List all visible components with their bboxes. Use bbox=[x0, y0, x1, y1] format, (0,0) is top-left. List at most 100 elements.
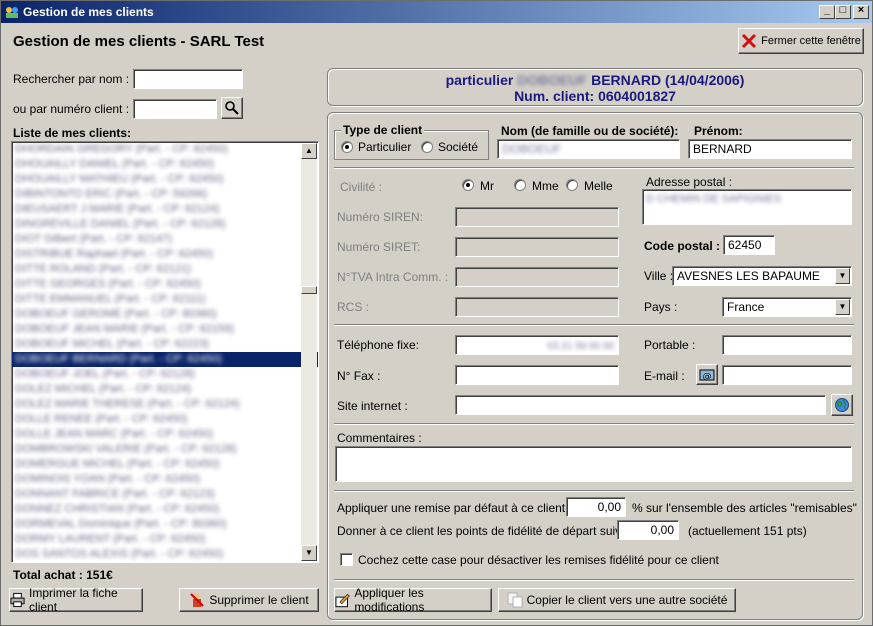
list-item-label: DOBOEUF GEROME (Part. - CP: 80360) bbox=[15, 308, 217, 320]
separator bbox=[334, 324, 854, 326]
search-button[interactable] bbox=[221, 97, 243, 119]
title-bar[interactable]: Gestion de mes clients _ □ × bbox=[1, 1, 872, 23]
site-input[interactable] bbox=[455, 395, 826, 415]
list-item-label: DIBINTONTO ERIC (Part. - CP: 59266) bbox=[15, 188, 208, 200]
radio-mr[interactable] bbox=[462, 179, 474, 191]
chevron-down-icon: ▼ bbox=[838, 271, 847, 280]
scroll-down-button[interactable]: ▼ bbox=[301, 545, 317, 561]
scroll-thumb[interactable] bbox=[301, 286, 317, 294]
adresse-input[interactable]: D CHEMIN DE SAPIGNIES bbox=[642, 189, 852, 225]
scroll-up-icon: ▲ bbox=[305, 146, 313, 155]
list-item-label: DOLEZ MICHEL (Part. - CP: 62124) bbox=[15, 383, 192, 395]
send-email-button[interactable]: @ bbox=[696, 364, 718, 385]
code-postal-input[interactable]: 62450 bbox=[723, 235, 775, 255]
close-icon: × bbox=[857, 4, 865, 16]
radio-melle[interactable] bbox=[566, 179, 578, 191]
email-input[interactable] bbox=[722, 365, 852, 385]
list-item[interactable]: DOLLE JEAN MARC (Part. - CP: 62450) bbox=[12, 427, 318, 442]
list-item[interactable]: DOBOEUF MICHEL (Part. - CP: 62223) bbox=[12, 337, 318, 352]
list-item[interactable]: DOBOEUF GEROME (Part. - CP: 80360) bbox=[12, 307, 318, 322]
list-item[interactable]: DOMINOIS YOAN (Part. - CP: 62450) bbox=[12, 472, 318, 487]
print-client-label: Imprimer la fiche client bbox=[29, 586, 118, 614]
client-list[interactable]: DHORDAIN GREGORY (Part. - CP: 62450) DHOU… bbox=[11, 141, 319, 563]
close-form-button[interactable]: Fermer cette fenêtre bbox=[738, 28, 864, 54]
list-item[interactable]: DOLLE RENEE (Part. - CP: 62450) bbox=[12, 412, 318, 427]
search-name-input[interactable] bbox=[133, 69, 243, 89]
list-item-label: DITTE EMMANUEL (Part. - CP: 62111) bbox=[15, 293, 206, 305]
list-item[interactable]: DIEUSAERT J MARIE (Part. - CP: 62124) bbox=[12, 202, 318, 217]
radio-societe[interactable] bbox=[421, 141, 433, 153]
list-item[interactable]: DITTE ROLAND (Part. - CP: 62121) bbox=[12, 262, 318, 277]
delete-client-button[interactable]: Supprimer le client bbox=[179, 588, 319, 612]
minimize-button[interactable]: _ bbox=[819, 4, 835, 19]
list-item[interactable]: DORMEVAL Dominique (Part. - CP: 80360) bbox=[12, 517, 318, 532]
copy-client-button[interactable]: Copier le client vers une autre société bbox=[498, 588, 736, 612]
remise-input[interactable]: 0,00 bbox=[566, 497, 626, 517]
page-title: Gestion de mes clients - SARL Test bbox=[13, 33, 265, 50]
close-window-button[interactable]: × bbox=[853, 4, 869, 19]
radio-particulier[interactable] bbox=[341, 141, 353, 153]
list-item-label: DOLLE JEAN MARC (Part. - CP: 62450) bbox=[15, 428, 214, 440]
telephone-input[interactable]: 03 21 59 00 00 bbox=[455, 335, 619, 355]
fidelite-input[interactable]: 0,00 bbox=[617, 520, 679, 540]
list-item[interactable]: DISTRIBUE Raphael (Part. - CP: 62450) bbox=[12, 247, 318, 262]
commentaires-input[interactable] bbox=[335, 446, 852, 482]
main-window: Gestion de mes clients _ □ × Gestion de … bbox=[0, 0, 873, 626]
list-item[interactable]: DHORDAIN GREGORY (Part. - CP: 62450) bbox=[12, 142, 318, 157]
maximize-button[interactable]: □ bbox=[835, 4, 851, 19]
prenom-input[interactable]: BERNARD bbox=[688, 139, 852, 159]
list-item[interactable]: DOS SANTOS ALEXIS (Part. - CP: 62450) bbox=[12, 547, 318, 562]
list-item-label: DOMERGUE MICHEL (Part. - CP: 62450) bbox=[15, 458, 220, 470]
fax-input[interactable] bbox=[455, 365, 619, 385]
list-item[interactable]: DITTE EMMANUEL (Part. - CP: 62111) bbox=[12, 292, 318, 307]
list-item-label: DOBOEUF BERNARD (Part. - CP: 62450) bbox=[15, 353, 222, 365]
maximize-icon: □ bbox=[839, 4, 847, 16]
print-client-button[interactable]: Imprimer la fiche client bbox=[9, 586, 143, 614]
disable-fidelity-checkbox[interactable] bbox=[340, 553, 353, 566]
list-item-label: DONNEZ CHRISTIAN (Part. - CP: 62450) bbox=[15, 503, 220, 515]
client-number-text: Num. client: 0604001827 bbox=[514, 88, 676, 104]
open-website-button[interactable] bbox=[831, 394, 853, 416]
list-item[interactable]: DIOT Gilbert (Part. - CP: 62147) bbox=[12, 232, 318, 247]
list-scrollbar[interactable]: ▲ ▼ bbox=[301, 143, 317, 561]
list-item[interactable]: DOMERGUE MICHEL (Part. - CP: 62450) bbox=[12, 457, 318, 472]
scroll-up-button[interactable]: ▲ bbox=[301, 143, 317, 159]
apply-changes-button[interactable]: Appliquer les modifications bbox=[334, 586, 492, 614]
list-item-label: DOMBROWSKI VALERIE (Part. - CP: 62128) bbox=[15, 443, 237, 455]
ville-dropdown-button[interactable]: ▼ bbox=[835, 268, 850, 284]
separator bbox=[334, 423, 854, 425]
window-title: Gestion de mes clients bbox=[23, 5, 154, 19]
prenom-label: Prénom: bbox=[694, 124, 743, 138]
list-item-label: DHOUAILLY DANIEL (Part. - CP: 62450) bbox=[15, 158, 215, 170]
list-item[interactable]: DONNANT FABRICE (Part. - CP: 62123) bbox=[12, 487, 318, 502]
client-type-group: Type de client Particulier Société bbox=[334, 123, 489, 160]
list-item[interactable]: DIBINTONTO ERIC (Part. - CP: 59266) bbox=[12, 187, 318, 202]
list-item[interactable]: DOBOEUF JOEL (Part. - CP: 62128) bbox=[12, 367, 318, 382]
scroll-down-icon: ▼ bbox=[305, 548, 313, 557]
pays-select[interactable]: France ▼ bbox=[722, 297, 852, 317]
list-item[interactable]: DORMY LAURENT (Part. - CP: 62450) bbox=[12, 532, 318, 547]
ville-select[interactable]: AVESNES LES BAPAUME ▼ bbox=[672, 266, 852, 286]
list-item[interactable]: DHOUAILLY DANIEL (Part. - CP: 62450) bbox=[12, 157, 318, 172]
rcs-input bbox=[455, 297, 619, 317]
list-item-label: DORMEVAL Dominique (Part. - CP: 80360) bbox=[15, 518, 227, 530]
list-item[interactable]: DOLEZ MICHEL (Part. - CP: 62124) bbox=[12, 382, 318, 397]
list-item[interactable]: DONNEZ CHRISTIAN (Part. - CP: 62450) bbox=[12, 502, 318, 517]
list-item[interactable]: DOLEZ MARIE THERESE (Part. - CP: 62124) bbox=[12, 397, 318, 412]
email-label: E-mail : bbox=[644, 369, 685, 383]
pays-dropdown-button[interactable]: ▼ bbox=[835, 299, 850, 315]
search-number-input[interactable] bbox=[133, 99, 217, 119]
siren-input bbox=[455, 207, 619, 227]
list-item-label: DOLEZ MARIE THERESE (Part. - CP: 62124) bbox=[15, 398, 240, 410]
list-item[interactable]: DINGREVILLE DANIEL (Part. - CP: 62128) bbox=[12, 217, 318, 232]
list-item[interactable]: DOMBROWSKI VALERIE (Part. - CP: 62128) bbox=[12, 442, 318, 457]
pays-value: France bbox=[727, 300, 765, 314]
list-item[interactable]: DITTE GEORGES (Part. - CP: 62450) bbox=[12, 277, 318, 292]
minimize-icon: _ bbox=[823, 4, 831, 16]
radio-mme[interactable] bbox=[514, 179, 526, 191]
list-item[interactable]: DOBOEUF BERNARD (Part. - CP: 62450) bbox=[12, 352, 318, 367]
portable-input[interactable] bbox=[722, 335, 852, 355]
list-item[interactable]: DHOUAILLY MATHIEU (Part. - CP: 62450) bbox=[12, 172, 318, 187]
nom-input[interactable]: DOBOEUF bbox=[497, 139, 680, 159]
list-item[interactable]: DOBOEUF JEAN MARIE (Part. - CP: 62159) bbox=[12, 322, 318, 337]
